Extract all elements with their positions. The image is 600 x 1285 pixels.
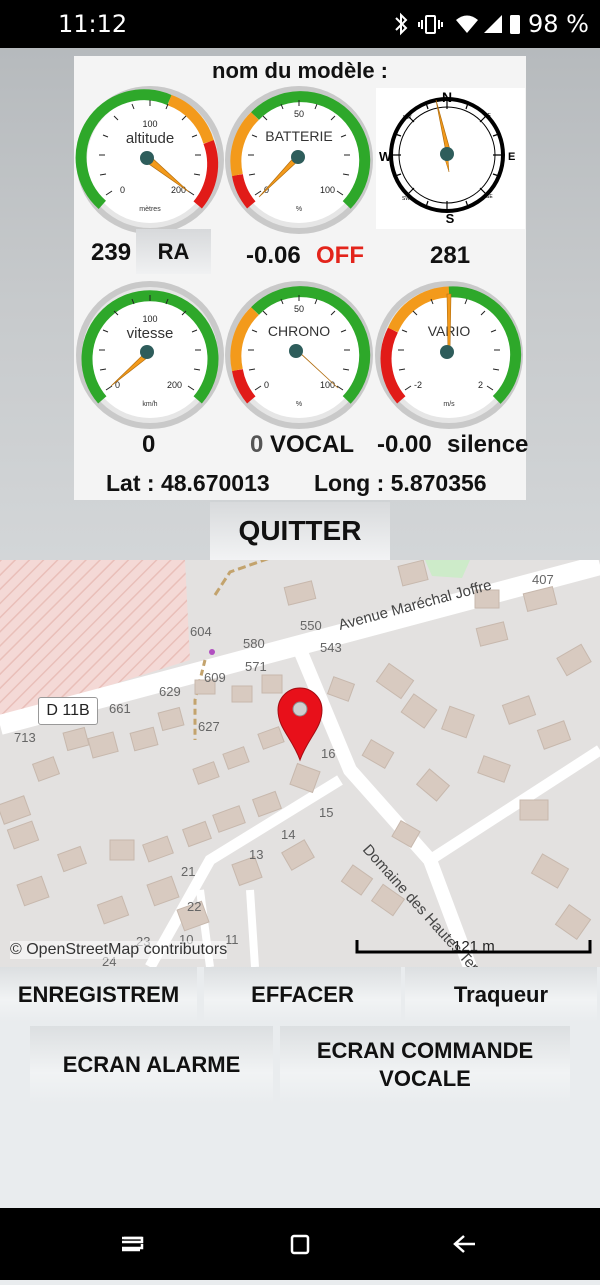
- status-icons: [395, 12, 520, 36]
- speed-title: vitesse: [127, 325, 174, 342]
- battery-tick-mid: 50: [294, 109, 304, 119]
- compass-west: W: [379, 149, 392, 164]
- compass-se: SE: [486, 194, 493, 200]
- altitude-tick-min: 0: [120, 185, 125, 195]
- bluetooth-icon: [395, 12, 408, 36]
- battery-state[interactable]: OFF: [316, 242, 364, 270]
- svg-text:629: 629: [159, 684, 181, 699]
- scale-label: 121 m: [453, 938, 495, 955]
- chrono-tick-mid: 50: [294, 304, 304, 314]
- svg-text:13: 13: [249, 847, 263, 862]
- chrono-tick-max: 100: [320, 380, 335, 390]
- record-button[interactable]: ENREGISTREM: [0, 967, 197, 1022]
- svg-text:713: 713: [14, 730, 36, 745]
- compass-south: S: [446, 211, 455, 226]
- back-icon[interactable]: [453, 1235, 475, 1253]
- alarm-screen-button[interactable]: ECRAN ALARME: [30, 1026, 273, 1104]
- clock: 11:12: [58, 10, 128, 38]
- vario-gauge: VARIO -2 2 m/s: [375, 281, 523, 429]
- map-canvas[interactable]: Avenue Maréchal Joffre Domaine des Haute…: [0, 560, 600, 967]
- wifi-icon: [456, 15, 478, 33]
- vario-needle: [446, 293, 452, 353]
- battery-value: -0.06: [246, 242, 301, 269]
- battery-icon: [510, 15, 520, 34]
- longitude: Long : 5.870356: [314, 470, 487, 496]
- vario-tick-min: -2: [414, 380, 422, 390]
- battery-hub: [291, 150, 305, 164]
- speed-unit: km/h: [142, 401, 157, 408]
- svg-text:22: 22: [187, 899, 201, 914]
- speed-value: 0: [142, 431, 156, 458]
- chrono-title: CHRONO: [268, 323, 330, 339]
- battery-gauge: 50 BATTERIE 0 100 %: [225, 86, 373, 234]
- compass-sw: SW: [402, 196, 410, 202]
- svg-text:580: 580: [243, 636, 265, 651]
- vario-unit: m/s: [443, 401, 455, 408]
- vario-value: -0.00: [377, 431, 432, 458]
- speed-tick-max: 200: [167, 380, 182, 390]
- ra-button[interactable]: RA: [136, 229, 211, 274]
- recents-icon[interactable]: [122, 1236, 144, 1252]
- altitude-tick-max: 200: [171, 185, 186, 195]
- compass-ne: NE: [484, 113, 492, 119]
- tracker-button[interactable]: Traqueur: [405, 967, 597, 1022]
- vario-hub: [440, 345, 454, 359]
- battery-title: BATTERIE: [265, 128, 332, 144]
- map-view[interactable]: Avenue Maréchal Joffre Domaine des Haute…: [0, 560, 600, 967]
- svg-text:15: 15: [319, 805, 333, 820]
- speed-hub: [140, 345, 154, 359]
- compass-hub: [440, 147, 454, 161]
- model-name-label: nom du modèle :: [212, 58, 388, 83]
- svg-text:609: 609: [204, 670, 226, 685]
- chrono-unit: %: [296, 401, 302, 408]
- altitude-title: altitude: [126, 130, 174, 147]
- chrono-gauge: 50 CHRONO 0 100 %: [225, 281, 373, 429]
- svg-text:604: 604: [190, 624, 212, 639]
- altitude-unit: mètres: [139, 206, 161, 213]
- chrono-hub: [289, 344, 303, 358]
- heading-value: 281: [430, 242, 471, 269]
- voice-command-line-2: VOCALE: [379, 1066, 471, 1091]
- battery-percent: 98 %: [528, 10, 589, 38]
- chrono-tick-min: 0: [264, 380, 269, 390]
- latitude: Lat : 48.670013: [106, 470, 270, 496]
- svg-text:16: 16: [321, 746, 335, 761]
- svg-text:14: 14: [281, 827, 295, 842]
- voice-command-screen-button[interactable]: ECRAN COMMANDE VOCALE: [280, 1026, 570, 1104]
- chrono-value: 0: [250, 431, 264, 458]
- voice-command-line-1: ECRAN COMMANDE: [316, 1038, 534, 1063]
- altitude-hub: [140, 151, 154, 165]
- erase-button[interactable]: EFFACER: [204, 967, 401, 1022]
- compass-north: N: [442, 89, 452, 105]
- compass-nw: NW: [403, 115, 412, 121]
- svg-text:550: 550: [300, 618, 322, 633]
- svg-text:571: 571: [245, 659, 267, 674]
- svg-text:661: 661: [109, 701, 131, 716]
- compass-east: E: [508, 151, 515, 163]
- svg-text:627: 627: [198, 719, 220, 734]
- svg-text:407: 407: [532, 572, 554, 587]
- compass: N S E W NE NW SE SW: [376, 88, 525, 229]
- signal-icon: [484, 15, 502, 33]
- vocal-toggle[interactable]: VOCAL: [270, 431, 354, 459]
- altitude-tick-mid: 100: [142, 119, 157, 129]
- navigation-bar: [0, 1208, 600, 1280]
- battery-tick-max: 100: [320, 185, 335, 195]
- svg-text:21: 21: [181, 864, 195, 879]
- home-icon[interactable]: [290, 1234, 310, 1255]
- svg-text:543: 543: [320, 640, 342, 655]
- altitude-value: 239: [91, 239, 132, 266]
- quit-button[interactable]: QUITTER: [210, 502, 390, 560]
- vario-tick-max: 2: [478, 380, 483, 390]
- map-attribution[interactable]: © OpenStreetMap contributors: [10, 941, 228, 959]
- road-ref-badge: D 11B: [38, 697, 98, 725]
- vibrate-icon: [418, 15, 443, 34]
- altitude-gauge: 100 altitude 0 200 mètres: [75, 86, 224, 234]
- battery-unit: %: [296, 206, 302, 213]
- speed-tick-mid: 100: [142, 314, 157, 324]
- vario-state[interactable]: silence: [447, 431, 528, 459]
- speed-gauge: 100 vitesse 0 200 km/h: [76, 281, 224, 429]
